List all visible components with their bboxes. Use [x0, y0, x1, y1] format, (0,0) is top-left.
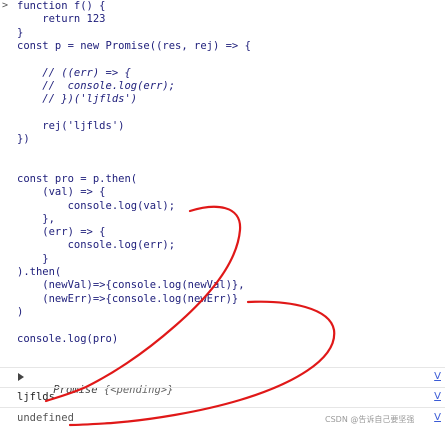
promise-output[interactable]: Promise {<pending>} [28, 371, 173, 396]
return-value-output: undefined [17, 412, 74, 424]
code-line: // ((err) => { [17, 66, 131, 79]
promise-label: Promise [53, 384, 98, 396]
code-line: const p = new Promise((res, rej) => { [17, 39, 251, 52]
output-divider [0, 387, 445, 388]
input-prompt-icon: > [2, 0, 9, 11]
devtools-console: > function f() { return 123} const p = ne… [0, 0, 445, 433]
code-line: (err) => { [17, 226, 106, 239]
log-output: ljflds [17, 391, 55, 403]
code-line: }, [17, 212, 55, 225]
code-line: } [17, 252, 49, 265]
code-line: (newVal)=>{console.log(newVal)}, [17, 279, 245, 292]
code-line: // console.log(err); [17, 79, 176, 92]
code-line: ) [17, 305, 24, 318]
code-line: rej('ljflds') [17, 119, 125, 132]
source-link[interactable]: V [434, 391, 441, 402]
source-link[interactable]: V [434, 412, 441, 423]
red-annotation-scribble [44, 205, 336, 427]
output-divider [0, 367, 445, 368]
output-divider [0, 407, 445, 408]
watermark: CSDN @告诉自己要坚强 [325, 415, 415, 424]
source-link[interactable]: V [434, 371, 441, 382]
code-line: console.log(pro) [17, 332, 119, 345]
code-line: console.log(err); [17, 239, 176, 252]
code-line: const pro = p.then( [17, 172, 138, 185]
code-line: (newErr)=>{console.log(newErr)} [17, 292, 239, 305]
code-line: // })('ljflds') [17, 93, 138, 106]
code-line: function f() { [17, 0, 106, 12]
code-line: return 123 [17, 13, 106, 26]
code-line: (val) => { [17, 186, 106, 199]
code-line: ).then( [17, 266, 62, 278]
code-line: } [17, 26, 24, 39]
code-line: console.log(val); [17, 199, 176, 212]
code-line: }) [17, 133, 30, 145]
expand-triangle-icon[interactable] [18, 373, 24, 381]
promise-state: {<pending>} [103, 384, 174, 396]
